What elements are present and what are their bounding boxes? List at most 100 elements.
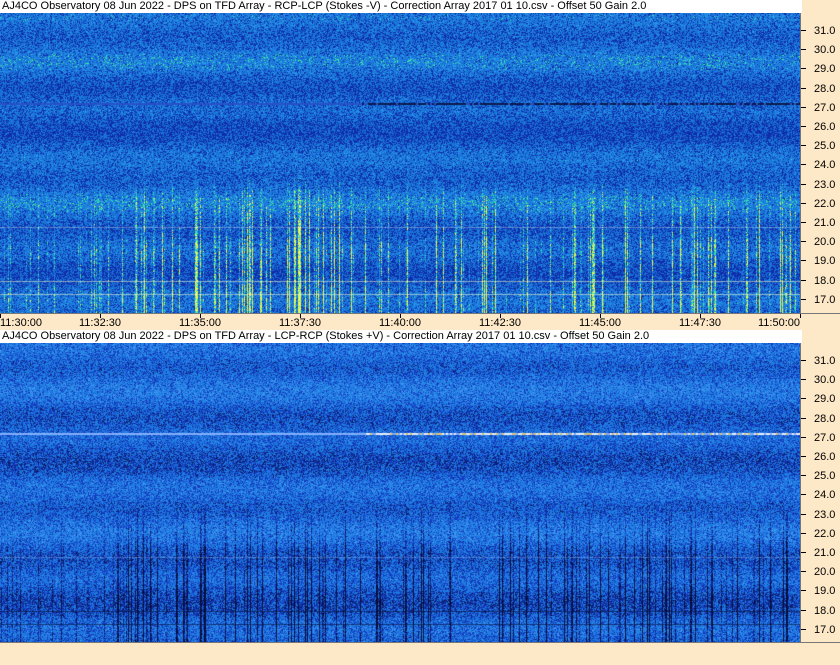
tick-mark [801,398,806,400]
bottom-spectrogram[interactable] [0,343,800,642]
freq-label: 22.0 [814,527,836,540]
time-label: 11:32:30 [78,317,122,329]
freq-tick: 27.0 [801,102,840,114]
tick-mark [801,30,806,31]
tick-mark [801,609,806,611]
tick-mark [800,314,801,318]
freq-tick: 22.0 [801,198,840,210]
freq-tick: 31.0 [801,25,840,37]
freq-label: 30.0 [814,374,836,387]
time-label: 11:30:00 [0,317,43,329]
freq-tick: 21.0 [801,217,840,229]
tick-mark [801,164,806,166]
freq-tick: 28.0 [801,83,840,95]
time-label: 11:50:00 [757,317,800,329]
time-label: 11:35:00 [178,317,222,329]
freq-label: 27.0 [814,431,836,444]
top-panel-title: AJ4CO Observatory 08 Jun 2022 - DPS on T… [0,0,802,13]
freq-tick: 23.0 [801,509,840,521]
freq-tick: 18.0 [801,605,840,617]
freq-label: 19.0 [814,255,836,268]
freq-tick: 17.0 [801,294,840,306]
tick-mark [801,456,806,457]
tick-mark [801,222,806,223]
freq-tick: 25.0 [801,140,840,152]
freq-tick: 20.0 [801,566,840,578]
tick-mark [801,279,806,281]
freq-tick: 29.0 [801,393,840,405]
freq-tick: 26.0 [801,121,840,133]
freq-tick: 20.0 [801,236,840,248]
freq-label: 26.0 [814,121,836,133]
time-label: 11:40:00 [378,317,422,329]
freq-label: 31.0 [814,355,836,367]
freq-tick: 19.0 [801,255,840,267]
top-spectrogram[interactable] [0,13,800,313]
freq-tick: 30.0 [801,44,840,56]
tick-mark [801,494,806,496]
tick-mark [801,126,806,127]
freq-label: 20.0 [814,236,836,249]
time-label: 11:42:30 [478,317,522,329]
tick-mark [801,360,806,361]
top-frequency-axis: 31.0 30.0 29.0 28.0 27.0 26.0 25.0 24.0 23.0 22.0… [800,13,840,313]
freq-label: 23.0 [814,178,836,191]
freq-label: 29.0 [814,63,836,76]
tick-mark [801,49,806,51]
freq-tick: 23.0 [801,179,840,191]
freq-label: 18.0 [814,604,836,617]
freq-label: 26.0 [814,451,836,463]
freq-label: 25.0 [814,140,836,153]
freq-label: 21.0 [814,217,836,229]
tick-mark [801,202,806,204]
freq-label: 24.0 [814,489,836,502]
freq-label: 25.0 [814,470,836,483]
freq-label: 30.0 [814,44,836,57]
freq-label: 22.0 [814,197,836,210]
bottom-panel-title: AJ4CO Observatory 08 Jun 2022 - DPS on T… [0,330,802,343]
freq-tick: 24.0 [801,489,840,501]
tick-mark [801,571,806,573]
freq-label: 18.0 [814,274,836,287]
freq-tick: 19.0 [801,585,840,597]
tick-mark [801,513,806,515]
freq-label: 21.0 [814,547,836,559]
time-axis: 11:30:00 11:32:30 11:35:00 11:37:30 11:40:00… [0,313,840,331]
freq-tick: 22.0 [801,528,840,540]
tick-mark [801,590,806,592]
freq-label: 17.0 [814,293,836,306]
freq-label: 27.0 [814,101,836,114]
freq-tick: 29.0 [801,63,840,75]
freq-tick: 27.0 [801,432,840,444]
tick-mark [801,628,806,630]
tick-mark [801,106,806,108]
freq-label: 23.0 [814,508,836,521]
freq-tick: 21.0 [801,547,840,559]
tick-mark [801,298,806,300]
freq-tick: 18.0 [801,275,840,287]
tick-mark [801,87,806,89]
freq-label: 17.0 [814,623,836,636]
tick-mark [801,68,806,70]
bottom-frequency-axis: 31.0 30.0 29.0 28.0 27.0 26.0 25.0 24.0 23.0 22.0… [800,343,840,642]
tick-mark [801,436,806,438]
bottom-strip [0,642,840,665]
time-label: 11:47:30 [678,317,722,329]
freq-label: 19.0 [814,585,836,598]
tick-mark [801,532,806,534]
freq-label: 24.0 [814,159,836,172]
freq-label: 28.0 [814,412,836,425]
freq-tick: 17.0 [801,624,840,636]
time-label: 11:37:30 [278,317,322,329]
tick-mark [801,552,806,553]
freq-label: 20.0 [814,566,836,579]
tick-mark [801,417,806,419]
freq-tick: 28.0 [801,413,840,425]
freq-tick: 24.0 [801,159,840,171]
freq-tick: 26.0 [801,451,840,463]
tick-mark [801,475,806,477]
tick-mark [801,183,806,185]
time-label: 11:45:00 [578,317,622,329]
tick-mark [801,379,806,381]
tick-mark [801,145,806,147]
